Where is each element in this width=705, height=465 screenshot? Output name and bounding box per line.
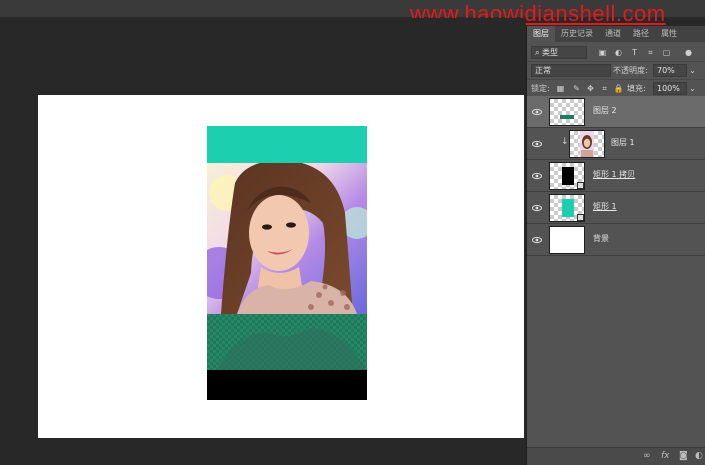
- fill-value: 100%: [657, 84, 680, 93]
- portrait-thumb-icon: [580, 131, 594, 157]
- layer-filter-select[interactable]: ⌕ 类型: [531, 46, 587, 59]
- visibility-eye-icon[interactable]: [532, 171, 542, 181]
- layer-name: 矩形 1: [593, 202, 617, 211]
- opacity-value: 70%: [657, 66, 675, 75]
- type-filter-icon[interactable]: T: [629, 47, 640, 58]
- layers-panel-footer: ∞ fx ◙ ◐: [527, 447, 705, 465]
- shape-layer-badge-icon: [577, 182, 584, 189]
- background-thumbnail: [549, 226, 585, 254]
- layer-2-thumb-content: [560, 115, 574, 119]
- clipping-mask-icon: ↓: [561, 137, 569, 147]
- portrait-photo: [207, 163, 367, 314]
- blend-opacity-row: 正常 不透明度: 70% ⌄: [527, 62, 705, 80]
- fill-label: 填充:: [627, 84, 646, 93]
- rect-1-thumbnail: [549, 194, 585, 222]
- blend-mode-select[interactable]: 正常: [531, 64, 611, 77]
- rect-1-thumb-content: [562, 199, 574, 217]
- artwork-composition: [207, 126, 367, 400]
- visibility-eye-icon[interactable]: [532, 203, 542, 213]
- lock-label: 锁定:: [531, 84, 550, 93]
- search-icon: ⌕: [535, 48, 543, 57]
- portrait-illustration: [207, 163, 367, 314]
- blend-mode-value: 正常: [535, 66, 551, 75]
- layer-item-layer-1[interactable]: ↓ 图层 1: [527, 128, 705, 160]
- green-overlay-band: [207, 314, 367, 370]
- layers-panel: 图层 历史记录 通道 路径 属性 ⌕ 类型 ▣ ◐ T ⌗ ▢ ● 正常 不透明…: [526, 26, 705, 465]
- layer-item-rect-1-copy[interactable]: 矩形 1 拷贝: [527, 160, 705, 192]
- visibility-eye-icon[interactable]: [532, 235, 542, 245]
- layer-item-background[interactable]: 背景: [527, 224, 705, 256]
- visibility-eye-icon[interactable]: [532, 139, 542, 149]
- shape-layer-badge-icon: [577, 214, 584, 221]
- layer-name: 图层 1: [611, 138, 635, 147]
- black-rectangle: [207, 370, 367, 400]
- opacity-label: 不透明度:: [613, 66, 648, 75]
- opacity-input[interactable]: 70%: [653, 64, 687, 77]
- tab-properties[interactable]: 属性: [655, 26, 683, 42]
- filter-label: 类型: [542, 48, 559, 57]
- layer-item-rect-1[interactable]: 矩形 1: [527, 192, 705, 224]
- layer-name: 矩形 1 拷贝: [593, 170, 636, 179]
- layer-2-thumbnail: [549, 98, 585, 126]
- link-icon[interactable]: ∞: [643, 451, 651, 461]
- layer-name: 背景: [593, 234, 609, 243]
- rect-1-copy-thumbnail: [549, 162, 585, 190]
- tab-channels[interactable]: 通道: [599, 26, 627, 42]
- tab-paths[interactable]: 路径: [627, 26, 655, 42]
- lock-position-icon[interactable]: ✥: [585, 83, 596, 94]
- layer-filter-row: ⌕ 类型 ▣ ◐ T ⌗ ▢ ●: [527, 44, 705, 62]
- mask-icon[interactable]: ◙: [679, 451, 688, 461]
- lock-all-icon[interactable]: 🔒: [613, 83, 624, 94]
- layer-list: 图层 2 ↓ 图层 1 矩形 1 拷贝 矩形 1 背景: [527, 96, 705, 256]
- visibility-eye-icon[interactable]: [532, 107, 542, 117]
- lock-pixels-icon[interactable]: ✎: [571, 83, 582, 94]
- layer-item-layer-2[interactable]: 图层 2: [527, 96, 705, 128]
- fx-icon[interactable]: fx: [661, 451, 670, 461]
- document-canvas[interactable]: [38, 95, 524, 438]
- adjustment-filter-icon[interactable]: ◐: [613, 47, 624, 58]
- tab-history[interactable]: 历史记录: [555, 26, 599, 42]
- rect-1-copy-thumb-content: [562, 167, 574, 185]
- layer-1-thumbnail: [569, 130, 605, 158]
- fill-dropdown-icon[interactable]: ⌄: [687, 83, 698, 94]
- filter-toggle-icon[interactable]: ●: [683, 47, 694, 58]
- smart-object-filter-icon[interactable]: ▢: [661, 47, 672, 58]
- lock-transparency-icon[interactable]: ▦: [555, 83, 566, 94]
- tab-layers[interactable]: 图层: [527, 26, 555, 42]
- teal-rectangle: [207, 126, 367, 163]
- image-filter-icon[interactable]: ▣: [597, 47, 608, 58]
- document-workspace[interactable]: [0, 18, 526, 465]
- fill-input[interactable]: 100%: [653, 82, 687, 95]
- shape-filter-icon[interactable]: ⌗: [645, 47, 656, 58]
- opacity-dropdown-icon[interactable]: ⌄: [687, 65, 698, 76]
- panel-tab-bar: 图层 历史记录 通道 路径 属性: [527, 26, 705, 42]
- layer-name: 图层 2: [593, 106, 617, 115]
- lock-artboard-icon[interactable]: ⌗: [599, 83, 610, 94]
- green-band-texture: [207, 314, 367, 370]
- adjustment-icon[interactable]: ◐: [695, 451, 703, 461]
